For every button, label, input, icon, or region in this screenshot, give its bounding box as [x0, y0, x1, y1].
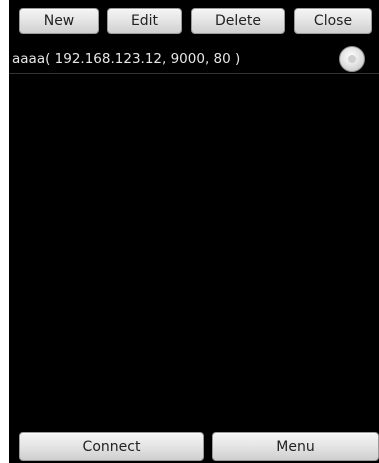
edit-button[interactable]: Edit [107, 8, 182, 34]
connect-button[interactable]: Connect [19, 432, 204, 461]
connection-radio-button[interactable] [339, 46, 365, 72]
connection-label: aaaa( 192.168.123.12, 9000, 80 ) [12, 51, 241, 67]
close-button[interactable]: Close [294, 8, 372, 34]
connection-list-item[interactable]: aaaa( 192.168.123.12, 9000, 80 ) [9, 42, 379, 74]
radio-indicator-icon [348, 55, 356, 63]
delete-button[interactable]: Delete [191, 8, 285, 34]
new-button[interactable]: New [19, 8, 99, 34]
menu-button[interactable]: Menu [212, 432, 379, 461]
